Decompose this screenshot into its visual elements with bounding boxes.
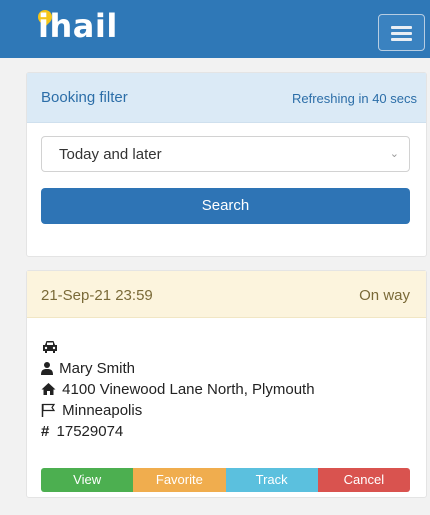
date-filter-value: Today and later <box>59 146 162 163</box>
pickup-address: 4100 Vinewood Lane North, Plymouth <box>62 381 315 398</box>
refresh-status: Refreshing in 40 secs <box>291 91 417 106</box>
booking-card: 21-Sep-21 23:59 On way Mary Smith 4100 V… <box>26 270 427 498</box>
track-button[interactable]: Track <box>225 468 318 492</box>
search-button[interactable]: Search <box>41 188 410 224</box>
cancel-button[interactable]: Cancel <box>317 468 410 492</box>
destination: Minneapolis <box>62 402 143 419</box>
taxi-icon <box>41 339 61 359</box>
hash-icon: # <box>41 423 50 440</box>
app-logo[interactable]: ihail <box>38 10 118 42</box>
booking-actions: View Favorite Track Cancel <box>41 468 410 492</box>
destination-row: Minneapolis <box>41 401 142 421</box>
favorite-button[interactable]: Favorite <box>133 468 226 492</box>
booking-datetime: 21-Sep-21 23:59 <box>41 287 153 304</box>
chevron-down-icon: ⌄ <box>389 148 399 160</box>
menu-button[interactable] <box>378 14 425 51</box>
view-button[interactable]: View <box>41 468 134 492</box>
booking-number-row: # 17529074 <box>41 422 123 442</box>
passenger-row: Mary Smith <box>41 359 135 379</box>
booking-filter-panel: Booking filter Refreshing in 40 secs Tod… <box>26 72 427 257</box>
flag-icon <box>41 403 56 417</box>
booking-status: On way <box>359 287 410 304</box>
booking-filter-title: Booking filter <box>41 89 128 106</box>
date-filter-select[interactable]: Today and later ⌄ <box>41 136 410 172</box>
user-icon <box>41 362 53 375</box>
pickup-row: 4100 Vinewood Lane North, Plymouth <box>41 380 315 400</box>
passenger-name: Mary Smith <box>59 360 136 377</box>
booking-card-header: 21-Sep-21 23:59 On way <box>27 271 426 318</box>
booking-filter-header: Booking filter Refreshing in 40 secs <box>27 73 426 123</box>
navbar: ihail <box>0 0 430 58</box>
booking-number: 17529074 <box>56 423 124 440</box>
home-icon <box>41 383 56 395</box>
